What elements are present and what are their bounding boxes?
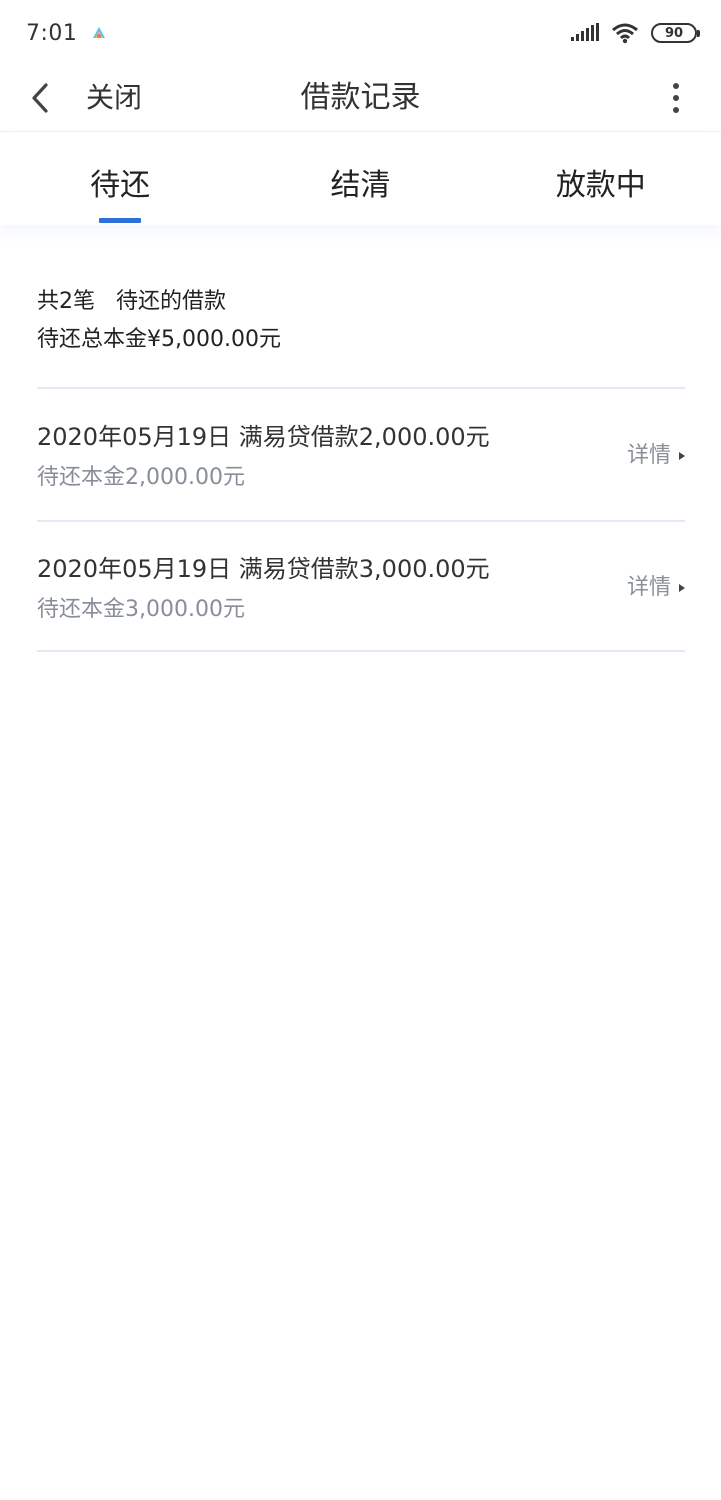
- detail-label: 详情: [626, 443, 671, 468]
- battery-level: 90: [664, 25, 684, 41]
- tab-label: 待还: [90, 168, 151, 203]
- summary-count: 共2笔 待还的借款: [37, 289, 226, 314]
- more-dot-icon: [673, 95, 679, 101]
- tab-pending[interactable]: 待还: [0, 133, 240, 225]
- more-dot-icon: [673, 107, 679, 113]
- summary: 共2笔 待还的借款 待还总本金¥5,000.00元: [37, 286, 685, 356]
- divider: [37, 520, 685, 522]
- loan-principal: 待还本金2,000.00元: [37, 465, 245, 490]
- active-tab-indicator: [99, 218, 142, 223]
- triangle-right-icon: [679, 584, 685, 592]
- tab-settled[interactable]: 结清: [240, 133, 480, 225]
- more-options-button[interactable]: [661, 80, 691, 116]
- detail-link[interactable]: 详情: [627, 572, 685, 604]
- divider: [37, 387, 685, 389]
- loan-title: 2020年05月19日 满易贷借款3,000.00元: [37, 555, 490, 583]
- summary-total: 待还总本金¥5,000.00元: [37, 327, 281, 352]
- wifi-icon: [612, 23, 638, 44]
- status-right: 90: [571, 22, 700, 44]
- app-notification-icon: [93, 27, 106, 38]
- loan-principal: 待还本金3,000.00元: [37, 597, 245, 622]
- tab-label: 结清: [330, 168, 391, 203]
- detail-label: 详情: [626, 575, 671, 600]
- tab-bar: 待还 结清 放款中: [0, 133, 721, 225]
- triangle-right-icon: [679, 452, 685, 460]
- battery-icon: 90: [651, 23, 700, 43]
- header: 关闭 借款记录: [0, 66, 721, 132]
- signal-icon: [571, 23, 599, 41]
- status-time: 7:01: [26, 20, 78, 46]
- page-title: 借款记录: [300, 80, 421, 115]
- more-dot-icon: [673, 83, 679, 89]
- divider: [37, 650, 685, 652]
- status-bar: 7:01 90: [0, 0, 721, 66]
- tab-label: 放款中: [555, 168, 646, 203]
- loan-item[interactable]: 2020年05月19日 满易贷借款3,000.00元 待还本金3,000.00元…: [37, 552, 685, 682]
- detail-link[interactable]: 详情: [627, 440, 685, 472]
- loan-item[interactable]: 2020年05月19日 满易贷借款2,000.00元 待还本金2,000.00元…: [37, 420, 685, 550]
- loan-title: 2020年05月19日 满易贷借款2,000.00元: [37, 423, 490, 451]
- tab-disbursing[interactable]: 放款中: [481, 133, 721, 225]
- status-left: 7:01: [26, 21, 107, 46]
